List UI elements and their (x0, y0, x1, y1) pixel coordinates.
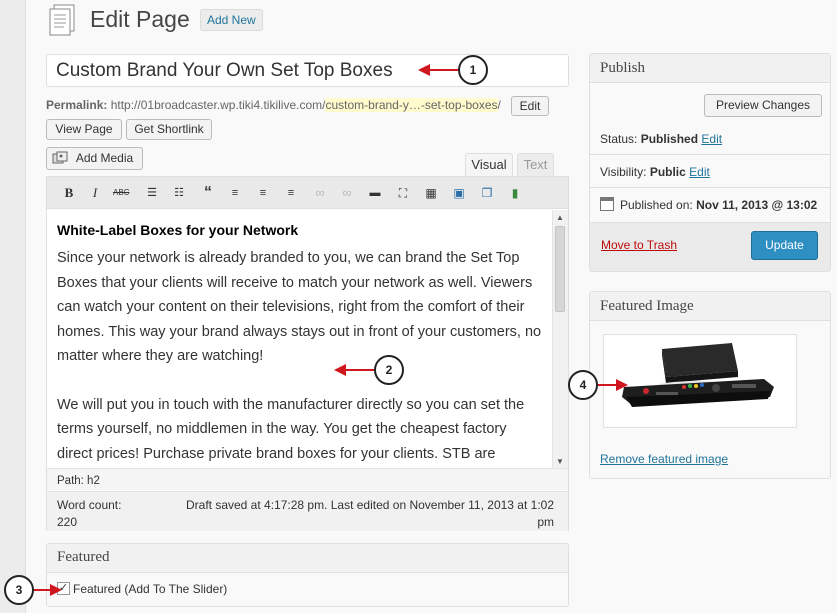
callout-arrows (34, 64, 628, 596)
callout-marker-1: 1 (458, 55, 488, 85)
callout-marker-3: 3 (4, 575, 34, 605)
callout-marker-2: 2 (374, 355, 404, 385)
callout-marker-4: 4 (568, 370, 598, 400)
